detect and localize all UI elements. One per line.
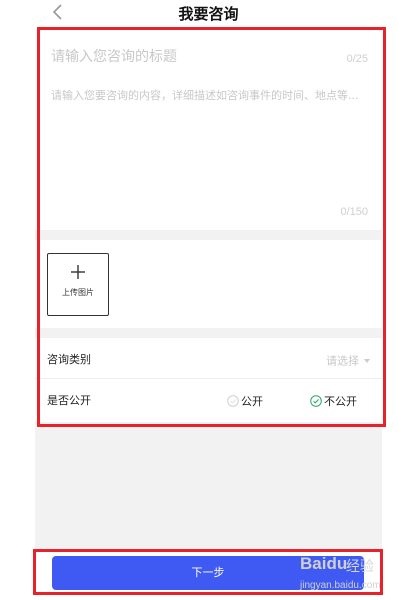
category-select[interactable]: 请选择 [326, 350, 370, 368]
upload-image-button[interactable]: 上传图片 [47, 253, 109, 316]
category-select-placeholder: 请选择 [326, 354, 359, 368]
caret-down-icon [364, 358, 370, 363]
baidu-jingyan-watermark: Baidu 经验 jingyan.baidu.com [294, 548, 416, 596]
radio-checked-icon [310, 394, 322, 407]
options-card: 咨询类别 请选择 是否公开 公开 不公开 [35, 338, 382, 422]
category-label: 咨询类别 [47, 353, 91, 366]
app-screen: 我要咨询 请输入您咨询的标题 0/25 请输入您要咨询的内容，详细描述如咨询事件… [35, 0, 382, 600]
radio-private-label: 不公开 [324, 394, 357, 408]
title-input[interactable]: 请输入您咨询的标题 [51, 46, 321, 66]
upload-card: 上传图片 [35, 240, 382, 328]
page-title: 我要咨询 [178, 5, 239, 23]
public-row: 是否公开 公开 不公开 [35, 379, 382, 419]
plus-icon [71, 265, 85, 279]
title-char-counter: 0/25 [346, 53, 368, 65]
content-textarea[interactable]: 请输入您要咨询的内容，详细描述如咨询事件的时间、地点等... [51, 88, 369, 104]
watermark-text: 经验 [346, 559, 374, 575]
radio-unchecked-icon [227, 394, 239, 407]
watermark-logo: Baidu [300, 554, 348, 573]
category-row: 咨询类别 请选择 [35, 338, 382, 379]
radio-public-label: 公开 [241, 394, 263, 408]
consult-text-card: 请输入您咨询的标题 0/25 请输入您要咨询的内容，详细描述如咨询事件的时间、地… [35, 26, 382, 230]
public-label: 是否公开 [47, 394, 91, 407]
upload-image-label: 上传图片 [62, 288, 94, 297]
watermark-url: jingyan.baidu.com [300, 580, 381, 591]
nav-bar: 我要咨询 [35, 0, 382, 26]
radio-private[interactable]: 不公开 [310, 390, 357, 408]
content-char-counter: 0/150 [340, 206, 368, 218]
radio-public[interactable]: 公开 [227, 390, 263, 408]
